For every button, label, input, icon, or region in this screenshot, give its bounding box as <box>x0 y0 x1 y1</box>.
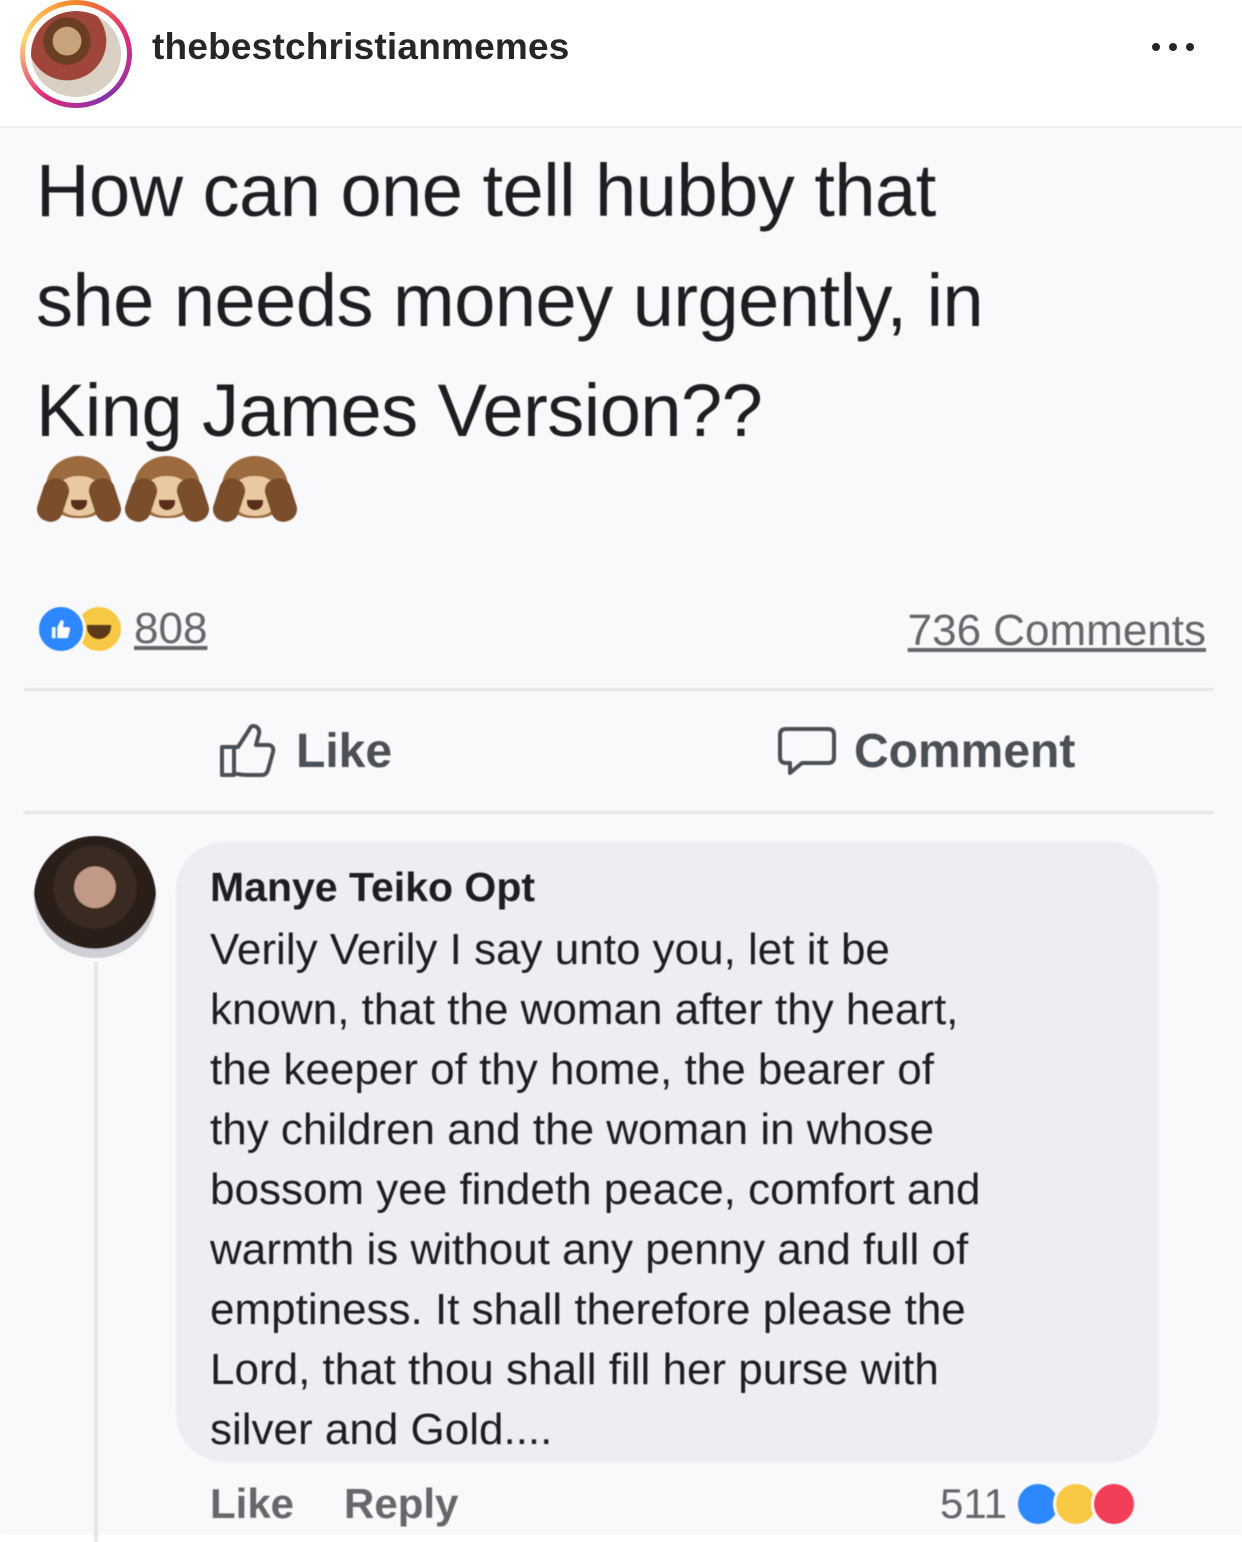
comment-text: Verily Verily I say unto you, let it be … <box>210 925 981 1454</box>
comment-actions: Like Reply <box>210 1480 458 1528</box>
comment-label: Comment <box>854 724 1076 778</box>
avatar-photo <box>31 11 121 97</box>
divider <box>24 811 1214 814</box>
post-action-bar: Like Comment <box>0 703 1242 813</box>
see-no-evil-monkey-icon <box>209 456 301 534</box>
like-reaction-icon <box>36 604 86 654</box>
commenter-name[interactable]: Manye Teiko Opt <box>210 864 535 911</box>
reaction-count[interactable]: 808 <box>134 604 207 654</box>
divider <box>24 688 1214 691</box>
like-button[interactable]: Like <box>218 723 392 779</box>
comment-reply-link[interactable]: Reply <box>344 1480 458 1528</box>
meme-image: How can one tell hubby that she needs mo… <box>0 128 1242 1542</box>
comments-count-link[interactable]: 736 Comments <box>908 606 1206 656</box>
like-label: Like <box>296 724 393 778</box>
account-username[interactable]: thebestchristianmemes <box>152 26 570 68</box>
see-no-evil-monkey-icon <box>121 456 213 534</box>
post-reactions[interactable]: 808 <box>36 604 207 654</box>
fb-post-text: How can one tell hubby that she needs mo… <box>36 149 984 452</box>
instagram-post-header: thebestchristianmemes <box>0 0 1242 128</box>
emoji-row <box>33 456 301 534</box>
comment-bubble-icon <box>778 727 836 775</box>
profile-avatar[interactable] <box>20 0 132 108</box>
reply-thread-line <box>94 962 98 1542</box>
comment-reactions[interactable]: 511 <box>940 1480 1137 1528</box>
comment-reaction-count: 511 <box>940 1480 1007 1527</box>
comment-like-link[interactable]: Like <box>210 1480 294 1528</box>
more-horizontal-icon[interactable] <box>1152 34 1212 60</box>
commenter-avatar[interactable] <box>34 836 156 958</box>
comment-bubble: Manye Teiko Opt Verily Verily I say unto… <box>176 842 1158 1462</box>
comment-button[interactable]: Comment <box>776 723 1075 779</box>
thumbs-up-icon <box>220 724 276 777</box>
love-reaction-icon <box>1090 1481 1137 1527</box>
see-no-evil-monkey-icon <box>33 456 125 534</box>
